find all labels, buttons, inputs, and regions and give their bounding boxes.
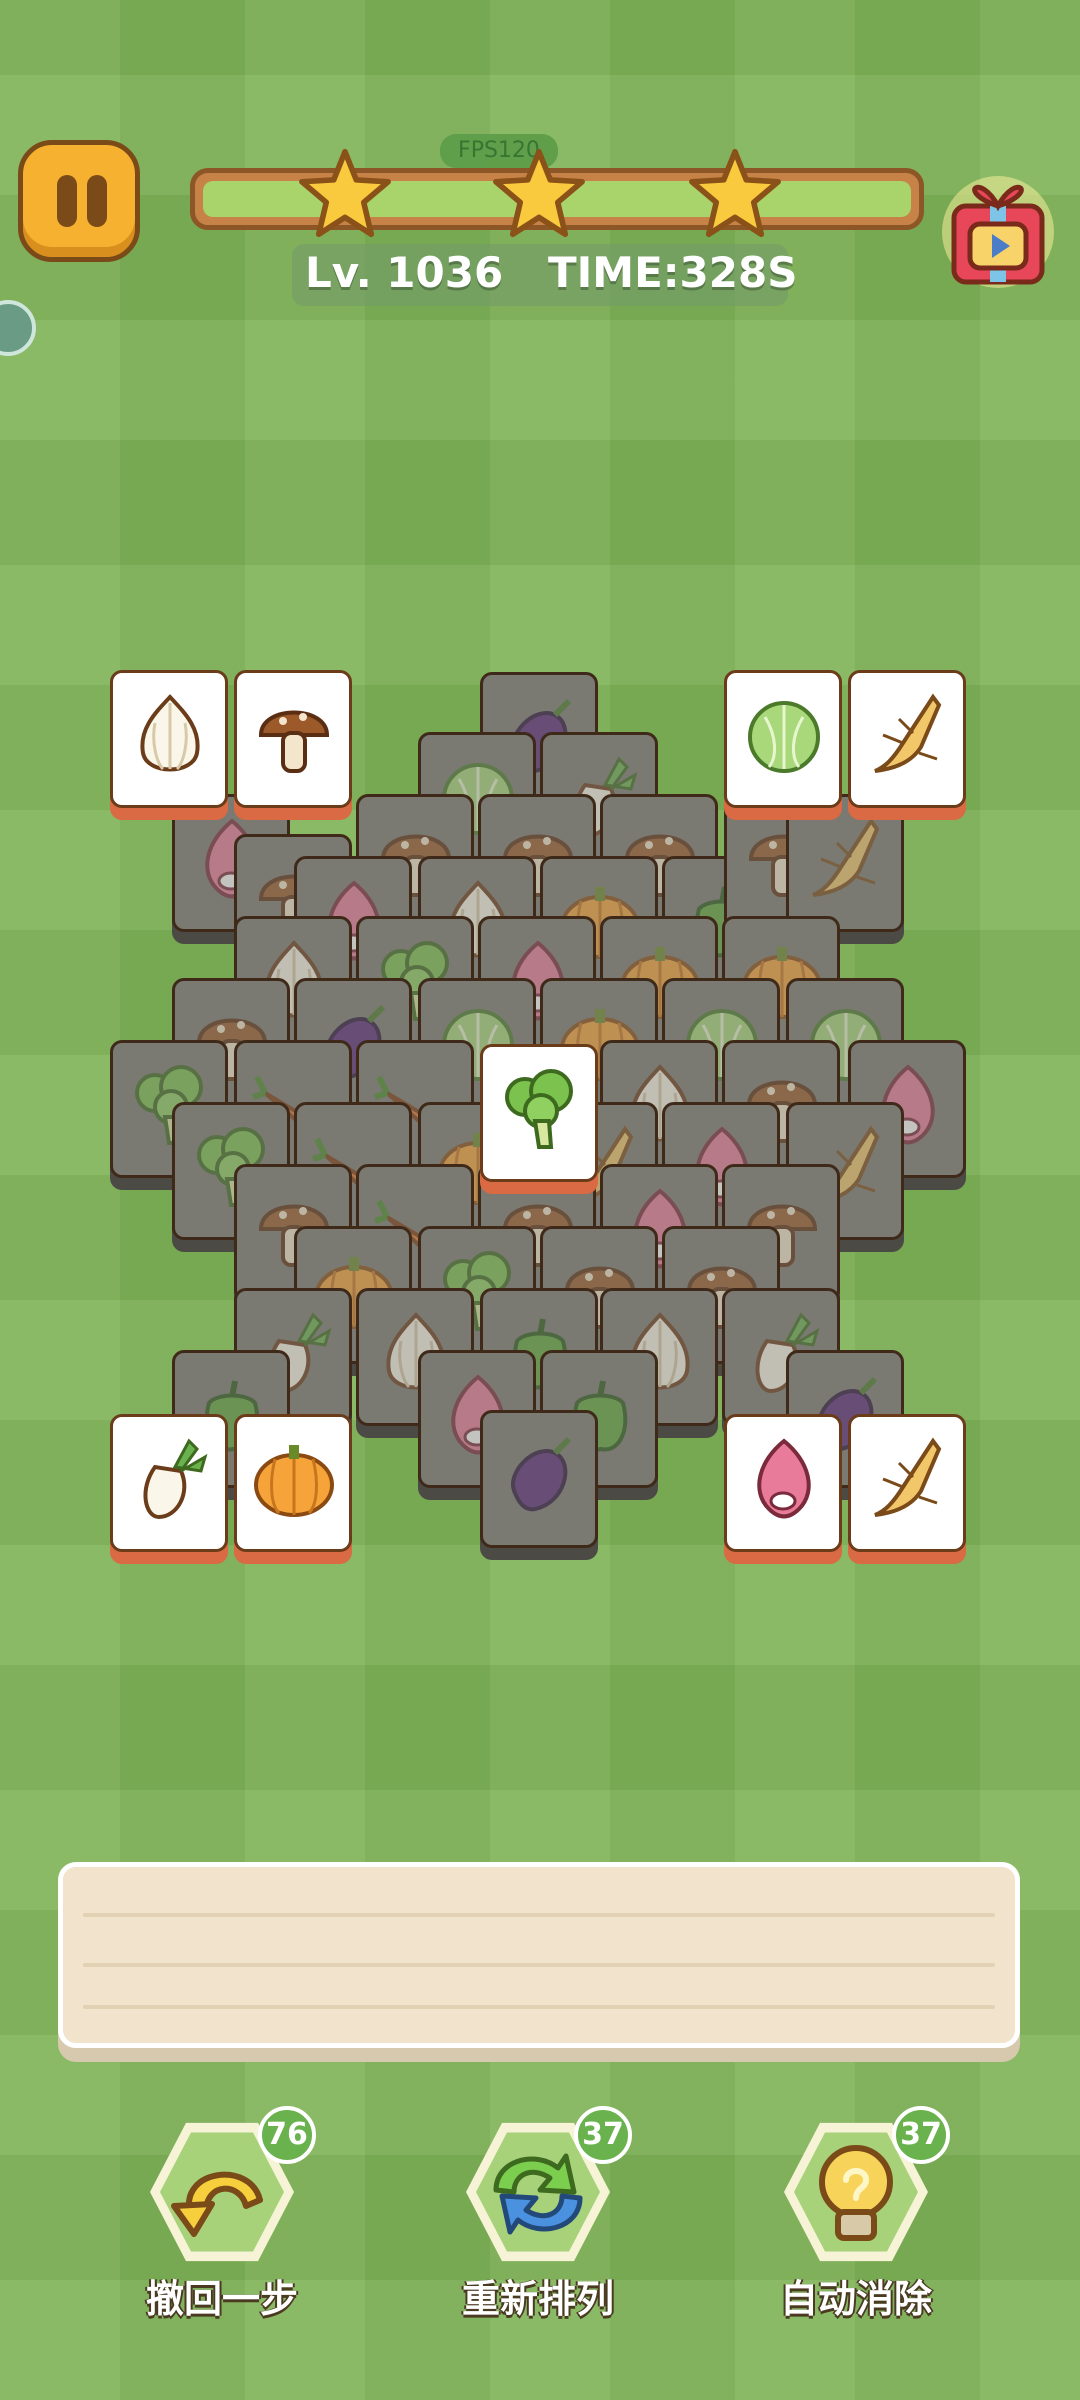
pause-icon-bar xyxy=(57,175,77,227)
gift-video-icon[interactable] xyxy=(940,162,1056,292)
radish-icon xyxy=(125,1427,215,1531)
eggplant-icon xyxy=(495,1423,585,1527)
undo-tool-button[interactable]: 76 撤回一步 xyxy=(142,2106,316,2323)
undo-label: 撤回一步 xyxy=(145,2277,298,2321)
shuffle-tool-button[interactable]: 37 重新排列 xyxy=(458,2106,632,2323)
star-icon xyxy=(492,148,586,238)
auto-clear-tool-button[interactable]: 37 自动消除 xyxy=(776,2106,950,2323)
tile-ginseng[interactable] xyxy=(848,1414,966,1552)
tile-radish[interactable] xyxy=(110,1414,228,1552)
tray-wood-grain xyxy=(83,1913,995,1917)
pause-icon-bar xyxy=(87,175,107,227)
pumpkin-icon xyxy=(249,1427,339,1531)
ginseng-icon xyxy=(801,807,891,911)
blocked-tile-eggplant xyxy=(480,1410,598,1548)
time-label: TIME:328S xyxy=(548,248,798,297)
auto-clear-count-badge: 37 xyxy=(892,2106,950,2164)
tile-broccoli[interactable] xyxy=(480,1044,598,1182)
undo-count-badge: 76 xyxy=(258,2106,316,2164)
star-icon xyxy=(298,148,392,238)
tile-onion[interactable] xyxy=(724,1414,842,1552)
blocked-tile-ginseng xyxy=(786,794,904,932)
tile-cabbage[interactable] xyxy=(724,670,842,808)
tile-garlic[interactable] xyxy=(110,670,228,808)
ginseng-icon xyxy=(863,1427,953,1531)
tile-tray xyxy=(58,1862,1020,2048)
tray-wood-grain xyxy=(83,2005,995,2009)
pause-button[interactable] xyxy=(18,140,140,262)
garlic-icon xyxy=(125,683,215,787)
shuffle-count-badge: 37 xyxy=(574,2106,632,2164)
tile-ginseng[interactable] xyxy=(848,670,966,808)
mushroom-icon xyxy=(249,683,339,787)
shuffle-label: 重新排列 xyxy=(461,2277,614,2321)
ginseng-icon xyxy=(863,683,953,787)
broccoli-icon xyxy=(495,1057,585,1161)
star-icon xyxy=(688,148,782,238)
tile-pumpkin[interactable] xyxy=(234,1414,352,1552)
cabbage-icon xyxy=(739,683,829,787)
auto-clear-label: 自动消除 xyxy=(779,2277,932,2321)
onion-icon xyxy=(739,1427,829,1531)
tile-mushroom[interactable] xyxy=(234,670,352,808)
tray-wood-grain xyxy=(83,1963,995,1967)
level-label: Lv. 1036 xyxy=(305,248,504,297)
